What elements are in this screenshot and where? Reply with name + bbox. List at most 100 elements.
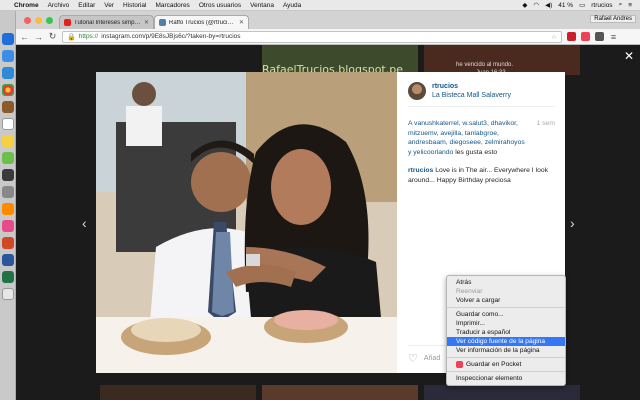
context-menu-save-as[interactable]: Guardar como... [447,310,565,319]
zoom-window-button[interactable] [46,16,53,24]
add-comment-input[interactable]: Añad [424,355,440,362]
post-username[interactable]: rtrucios [432,82,511,91]
dropbox-icon[interactable]: ◆ [522,1,527,9]
post-caption: rtrucios Love is in The air... Everywher… [408,166,555,185]
background-note-line1: he vencido al mundo. [456,62,514,68]
dock [0,11,16,400]
avatar[interactable] [408,82,426,100]
caption-username[interactable]: rtrucios [408,167,433,174]
menu-app-name[interactable]: Chrome [14,2,39,9]
dock-calendar-icon[interactable] [1,118,14,130]
context-menu-save-to-pocket[interactable]: Guardar en Pocket [447,360,565,369]
dock-finder-icon[interactable] [1,33,14,45]
tab-instagram[interactable]: Raffo Trucios (@rtrucios) e... ✕ [154,15,249,29]
background-thumbnail [262,385,418,400]
dock-word-icon[interactable] [1,254,14,266]
menu-historial[interactable]: Historial [123,2,146,9]
post-time-ago[interactable]: 1 sem [536,119,555,129]
dock-notes-icon[interactable] [1,135,14,147]
post-photo [96,72,397,373]
pocket-extension-icon[interactable] [581,32,590,41]
dock-vlc-icon[interactable] [1,203,14,215]
context-menu-print[interactable]: Imprimir... [447,319,565,328]
url-scheme: https:// [78,33,99,40]
dock-appstore-icon[interactable] [1,67,14,79]
context-menu-page-info[interactable]: Ver información de la página [447,346,565,355]
address-bar[interactable]: 🔒 https://instagram.com/p/9E8sJBjs6c/?ta… [62,30,562,43]
menu-marcadores[interactable]: Marcadores [155,2,189,9]
reload-icon[interactable]: ↻ [48,31,57,42]
menu-archivo[interactable]: Archivo [48,2,70,9]
context-menu-translate[interactable]: Traducir a español [447,328,565,337]
dock-chrome-icon[interactable] [1,84,14,96]
context-menu-inspect[interactable]: Inspeccionar elemento [447,374,565,383]
context-menu-separator [447,371,565,372]
close-tab-icon[interactable]: ✕ [239,19,244,26]
menu-ver[interactable]: Ver [104,2,114,9]
pocket-icon [456,361,463,368]
dock-contacts-icon[interactable] [1,101,14,113]
forward-icon[interactable]: → [34,32,43,42]
previous-post-icon[interactable]: ‹ [82,215,87,231]
macos-menu-bar: Chrome Archivo Editar Ver Historial Marc… [0,0,640,11]
post-header-text: rtrucios La Bisteca Mall Salaverry [432,82,511,100]
close-tab-icon[interactable]: ✕ [144,19,149,26]
url-text: instagram.com/p/9E8sJBjs6c/?taken-by=rtr… [101,33,241,40]
notifications-icon[interactable]: ≡ [628,2,632,9]
background-thumbnail [100,385,256,400]
context-menu-separator [447,357,565,358]
likes-section: A vanushkaterrel, w.salut3, dhavikor, mi… [408,119,555,157]
tab-youtube[interactable]: Tutorial Intereses simple y co ✕ [59,15,154,29]
instagram-icon [159,19,166,26]
likes-suffix: les gusta esto [455,148,498,156]
bookmark-star-icon[interactable]: ☆ [551,33,557,41]
background-thumbnail [424,385,580,400]
dock-excel-icon[interactable] [1,271,14,283]
context-menu-reload[interactable]: Volver a cargar [447,296,565,305]
tab-label: Raffo Trucios (@rtrucios) e... [169,19,236,26]
context-menu-back[interactable]: Atrás [447,278,565,287]
next-post-icon[interactable]: › [570,215,575,231]
dock-safari-icon[interactable] [1,50,14,62]
lock-icon: 🔒 [67,33,76,41]
post-location[interactable]: La Bisteca Mall Salaverry [432,91,511,100]
context-menu-forward: Reenviar [456,288,483,295]
dock-preferences-icon[interactable] [1,186,14,198]
context-menu-separator [447,307,565,308]
close-modal-icon[interactable]: ✕ [624,49,634,63]
dock-trash-icon[interactable] [1,288,14,300]
battery-percent[interactable]: 41 % [558,2,573,9]
close-window-button[interactable] [24,16,31,24]
menu-otros-usuarios[interactable]: Otros usuarios [199,2,241,9]
extension-icon[interactable] [595,32,604,41]
status-area: ◆ ◠ ◀) 41 % ▭ rtrucios ⌕ ≡ [522,1,640,9]
context-menu-view-source[interactable]: Ver código fuente de la página [447,337,565,346]
profile-button[interactable]: Rafael Andres [590,15,636,23]
dock-powerpoint-icon[interactable] [1,237,14,249]
window-controls [20,11,59,29]
battery-icon[interactable]: ▭ [579,1,585,9]
heart-icon[interactable]: ♡ [408,352,418,365]
tab-strip: Tutorial Intereses simple y co ✕ Raffo T… [16,11,640,29]
dock-itunes-icon[interactable] [1,220,14,232]
menu-editar[interactable]: Editar [78,2,95,9]
volume-icon[interactable]: ◀) [545,1,552,9]
chrome-menu-icon[interactable]: ≡ [609,32,618,42]
minimize-window-button[interactable] [35,16,42,24]
back-icon[interactable]: ← [20,32,29,42]
browser-toolbar: ← → ↻ 🔒 https://instagram.com/p/9E8sJBjs… [16,29,640,45]
dock-numbers-icon[interactable] [1,152,14,164]
post-header: rtrucios La Bisteca Mall Salaverry [408,82,555,107]
menu-ayuda[interactable]: Ayuda [283,2,301,9]
photo-illustration [96,72,397,373]
pinterest-extension-icon[interactable] [567,32,576,41]
context-menu-save-to-pocket-label: Guardar en Pocket [466,361,522,368]
wifi-icon[interactable]: ◠ [533,1,539,9]
search-icon[interactable]: ⌕ [619,1,623,9]
context-menu: Atrás Reenviar Volver a cargar Guardar c… [446,275,566,386]
dock-terminal-icon[interactable] [1,169,14,181]
menu-user-name[interactable]: rtrucios [591,2,612,9]
menu-ventana[interactable]: Ventana [250,2,274,9]
youtube-icon [64,19,71,26]
tab-label: Tutorial Intereses simple y co [74,19,141,26]
